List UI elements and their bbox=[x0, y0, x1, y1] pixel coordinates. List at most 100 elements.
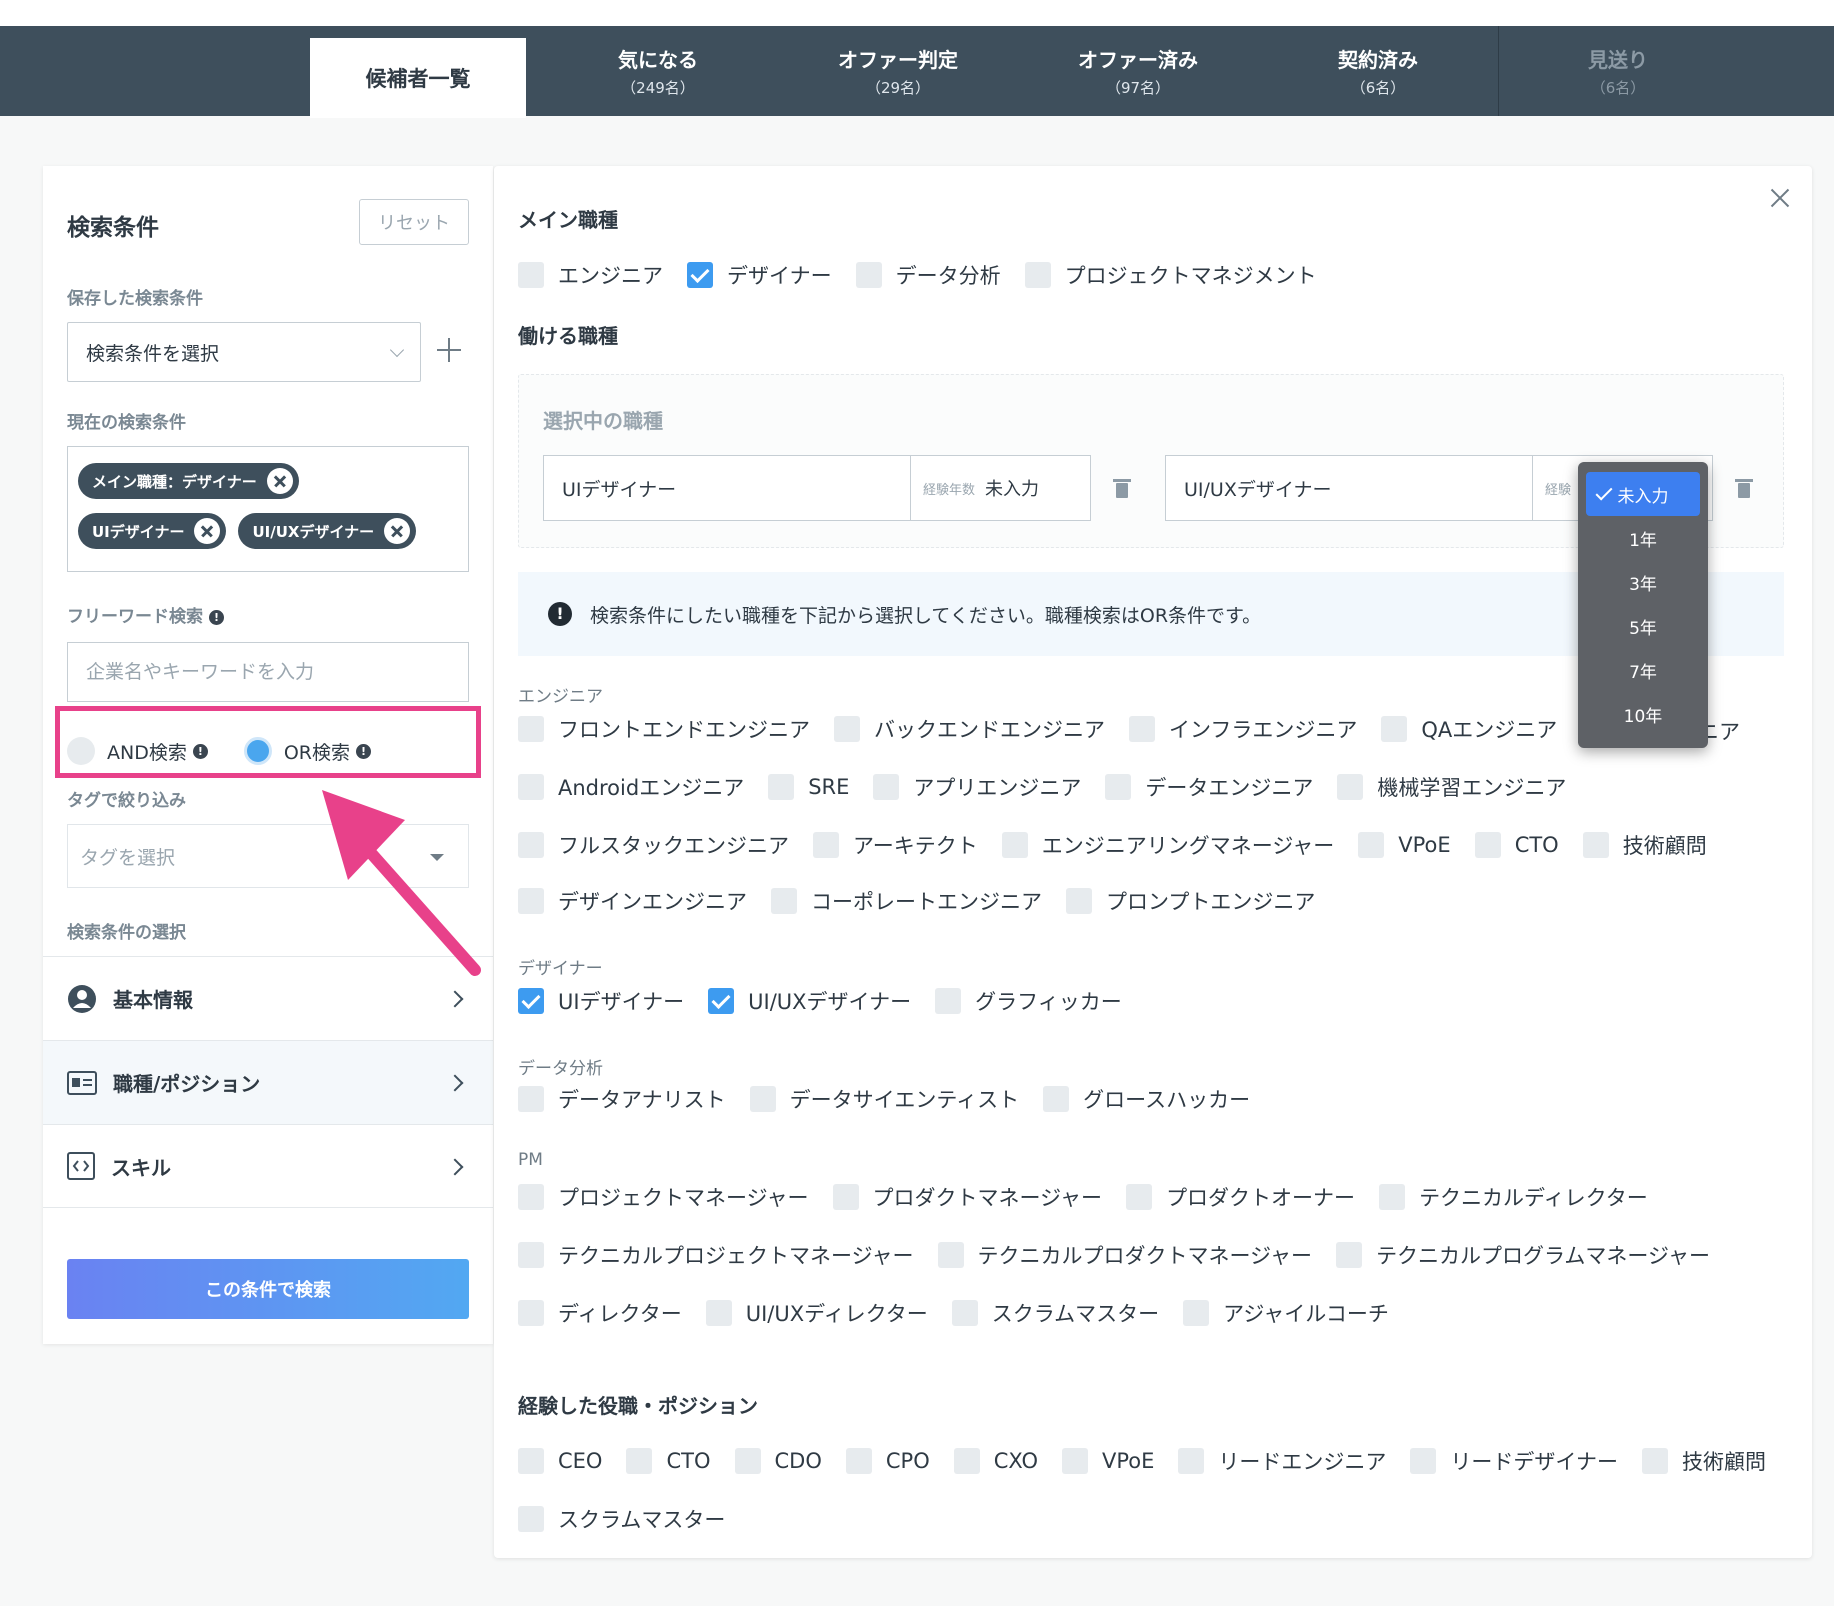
checkbox[interactable] bbox=[518, 1242, 544, 1268]
role-option[interactable]: アーキテクト bbox=[813, 830, 978, 860]
checkbox[interactable] bbox=[1105, 774, 1132, 800]
menu-role-position[interactable]: 職種/ポジション bbox=[43, 1040, 493, 1124]
dropdown-option[interactable]: 未入力 bbox=[1586, 472, 1700, 516]
checkbox[interactable] bbox=[1178, 1448, 1205, 1474]
position-option[interactable]: リードエンジニア bbox=[1178, 1446, 1386, 1476]
role-option[interactable]: アジャイルコーチ bbox=[1183, 1298, 1389, 1328]
checkbox[interactable] bbox=[845, 1448, 872, 1474]
checkbox[interactable] bbox=[768, 774, 795, 800]
checkbox[interactable] bbox=[705, 1300, 732, 1326]
checkbox[interactable] bbox=[626, 1448, 653, 1474]
role-option[interactable]: データサイエンティスト bbox=[749, 1084, 1019, 1114]
reset-button[interactable]: リセット bbox=[359, 199, 469, 245]
checkbox[interactable] bbox=[518, 988, 544, 1014]
experience-select[interactable]: 経験年数 未入力 bbox=[910, 456, 1090, 520]
position-option[interactable]: VPoE bbox=[1061, 1448, 1154, 1474]
role-option[interactable]: グロースハッカー bbox=[1043, 1084, 1250, 1114]
role-option[interactable]: SRE bbox=[768, 774, 849, 800]
main-role-option[interactable]: エンジニア bbox=[518, 260, 663, 290]
checkbox[interactable] bbox=[855, 262, 882, 288]
dropdown-option[interactable]: 10年 bbox=[1586, 692, 1700, 736]
checkbox[interactable] bbox=[1358, 832, 1385, 858]
role-option[interactable]: テクニカルプロダクトマネージャー bbox=[937, 1240, 1312, 1270]
checkbox[interactable] bbox=[1381, 716, 1408, 742]
checkbox[interactable] bbox=[953, 1448, 980, 1474]
checkbox[interactable] bbox=[518, 1506, 544, 1532]
position-option[interactable]: スクラムマスター bbox=[518, 1504, 725, 1534]
remove-chip-icon[interactable] bbox=[384, 518, 411, 544]
checkbox[interactable] bbox=[734, 1448, 761, 1474]
role-option[interactable]: テクニカルプログラムマネージャー bbox=[1336, 1240, 1710, 1270]
checkbox[interactable] bbox=[1024, 262, 1051, 288]
trash-icon[interactable] bbox=[1735, 477, 1753, 499]
role-option[interactable]: プロジェクトマネージャー bbox=[518, 1182, 809, 1212]
checkbox[interactable] bbox=[518, 716, 544, 742]
checkbox[interactable] bbox=[518, 1184, 544, 1210]
position-option[interactable]: CTO bbox=[626, 1448, 711, 1474]
role-option[interactable]: UIデザイナー bbox=[518, 986, 684, 1016]
role-option[interactable]: ディレクター bbox=[518, 1298, 682, 1328]
dropdown-option[interactable]: 1年 bbox=[1586, 516, 1700, 560]
dropdown-option[interactable]: 7年 bbox=[1586, 648, 1700, 692]
checkbox[interactable] bbox=[1337, 774, 1364, 800]
checkbox[interactable] bbox=[937, 1242, 964, 1268]
tab-candidates[interactable]: 候補者一覧 bbox=[310, 38, 526, 118]
checkbox[interactable] bbox=[518, 1300, 544, 1326]
checkbox[interactable] bbox=[518, 1086, 544, 1112]
remove-chip-icon[interactable] bbox=[194, 518, 221, 544]
close-icon[interactable] bbox=[1768, 186, 1792, 210]
role-option[interactable]: フロントエンドエンジニア bbox=[518, 714, 810, 744]
checkbox[interactable] bbox=[1129, 716, 1155, 742]
checkbox[interactable] bbox=[1001, 832, 1028, 858]
role-option[interactable]: 技術顧問 bbox=[1582, 830, 1707, 860]
checkbox[interactable] bbox=[1183, 1300, 1210, 1326]
checkbox[interactable] bbox=[1379, 1184, 1406, 1210]
search-button[interactable]: この条件で検索 bbox=[67, 1259, 469, 1319]
menu-skill[interactable]: スキル bbox=[43, 1124, 493, 1208]
checkbox[interactable] bbox=[935, 988, 962, 1014]
checkbox[interactable] bbox=[1043, 1086, 1070, 1112]
checkbox[interactable] bbox=[518, 832, 544, 858]
role-option[interactable]: データエンジニア bbox=[1105, 772, 1313, 802]
role-option[interactable]: フルスタックエンジニア bbox=[518, 830, 789, 860]
dropdown-option[interactable]: 5年 bbox=[1586, 604, 1700, 648]
role-option[interactable]: CTO bbox=[1474, 832, 1559, 858]
plus-icon[interactable] bbox=[435, 336, 463, 364]
position-option[interactable]: CDO bbox=[734, 1448, 822, 1474]
role-option[interactable]: プロダクトオーナー bbox=[1126, 1182, 1355, 1212]
main-role-option[interactable]: データ分析 bbox=[855, 260, 1001, 290]
checkbox[interactable] bbox=[1641, 1448, 1668, 1474]
role-option[interactable]: VPoE bbox=[1358, 832, 1451, 858]
position-option[interactable]: 技術顧問 bbox=[1641, 1446, 1766, 1476]
role-option[interactable]: テクニカルディレクター bbox=[1379, 1182, 1648, 1212]
role-option[interactable]: デザインエンジニア bbox=[518, 886, 747, 916]
main-role-option[interactable]: デザイナー bbox=[687, 260, 832, 290]
role-option[interactable]: インフラエンジニア bbox=[1129, 714, 1357, 744]
role-option[interactable]: プロダクトマネージャー bbox=[832, 1182, 1102, 1212]
role-option[interactable]: グラフィッカー bbox=[935, 986, 1122, 1016]
dropdown-option[interactable]: 3年 bbox=[1586, 560, 1700, 604]
role-option[interactable]: データアナリスト bbox=[518, 1084, 726, 1114]
role-option[interactable]: アプリエンジニア bbox=[873, 772, 1081, 802]
role-option[interactable]: 機械学習エンジニア bbox=[1337, 772, 1566, 802]
checkbox[interactable] bbox=[1336, 1242, 1363, 1268]
tab-offered[interactable]: オファー済み （97名） bbox=[1040, 26, 1236, 116]
checkbox[interactable] bbox=[1066, 888, 1092, 914]
role-option[interactable]: スクラムマスター bbox=[951, 1298, 1159, 1328]
role-option[interactable]: コーポレートエンジニア bbox=[771, 886, 1042, 916]
role-option[interactable]: QAエンジニア bbox=[1381, 714, 1557, 744]
checkbox[interactable] bbox=[873, 774, 900, 800]
freeword-input[interactable] bbox=[67, 642, 469, 702]
checkbox[interactable] bbox=[1582, 832, 1609, 858]
checkbox[interactable] bbox=[1474, 832, 1501, 858]
main-role-option[interactable]: プロジェクトマネジメント bbox=[1024, 260, 1317, 290]
checkbox[interactable] bbox=[832, 1184, 859, 1210]
position-option[interactable]: CPO bbox=[845, 1448, 930, 1474]
info-icon[interactable]: ! bbox=[209, 609, 224, 625]
checkbox[interactable] bbox=[951, 1300, 978, 1326]
tab-interested[interactable]: 気になる （249名） bbox=[560, 26, 756, 116]
tab-offer-judge[interactable]: オファー判定 （29名） bbox=[800, 26, 996, 116]
checkbox[interactable] bbox=[1410, 1448, 1437, 1474]
checkbox[interactable] bbox=[749, 1086, 776, 1112]
tab-contracted[interactable]: 契約済み （6名） bbox=[1280, 26, 1476, 116]
